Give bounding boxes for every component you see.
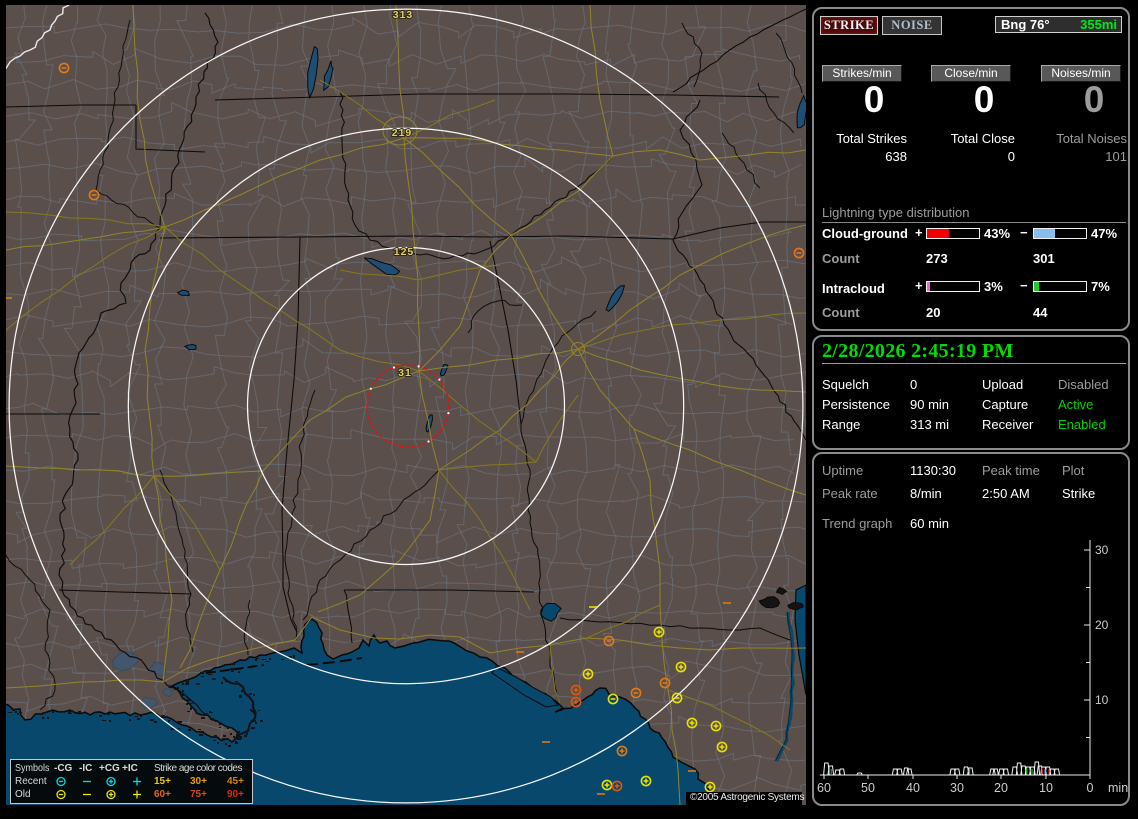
svg-text:30: 30 <box>1095 543 1109 557</box>
svg-text:10: 10 <box>1039 781 1053 795</box>
svg-text:125: 125 <box>394 246 415 258</box>
svg-text:min: min <box>1108 781 1128 795</box>
svg-text:10: 10 <box>1095 693 1109 707</box>
svg-text:60: 60 <box>817 781 831 795</box>
svg-text:50: 50 <box>861 781 875 795</box>
svg-text:30: 30 <box>950 781 964 795</box>
svg-text:20: 20 <box>994 781 1008 795</box>
svg-text:40: 40 <box>906 781 920 795</box>
svg-text:313: 313 <box>393 9 414 21</box>
svg-text:31: 31 <box>398 367 412 379</box>
svg-text:20: 20 <box>1095 618 1109 632</box>
svg-text:219: 219 <box>392 127 413 139</box>
svg-text:0: 0 <box>1087 781 1094 795</box>
